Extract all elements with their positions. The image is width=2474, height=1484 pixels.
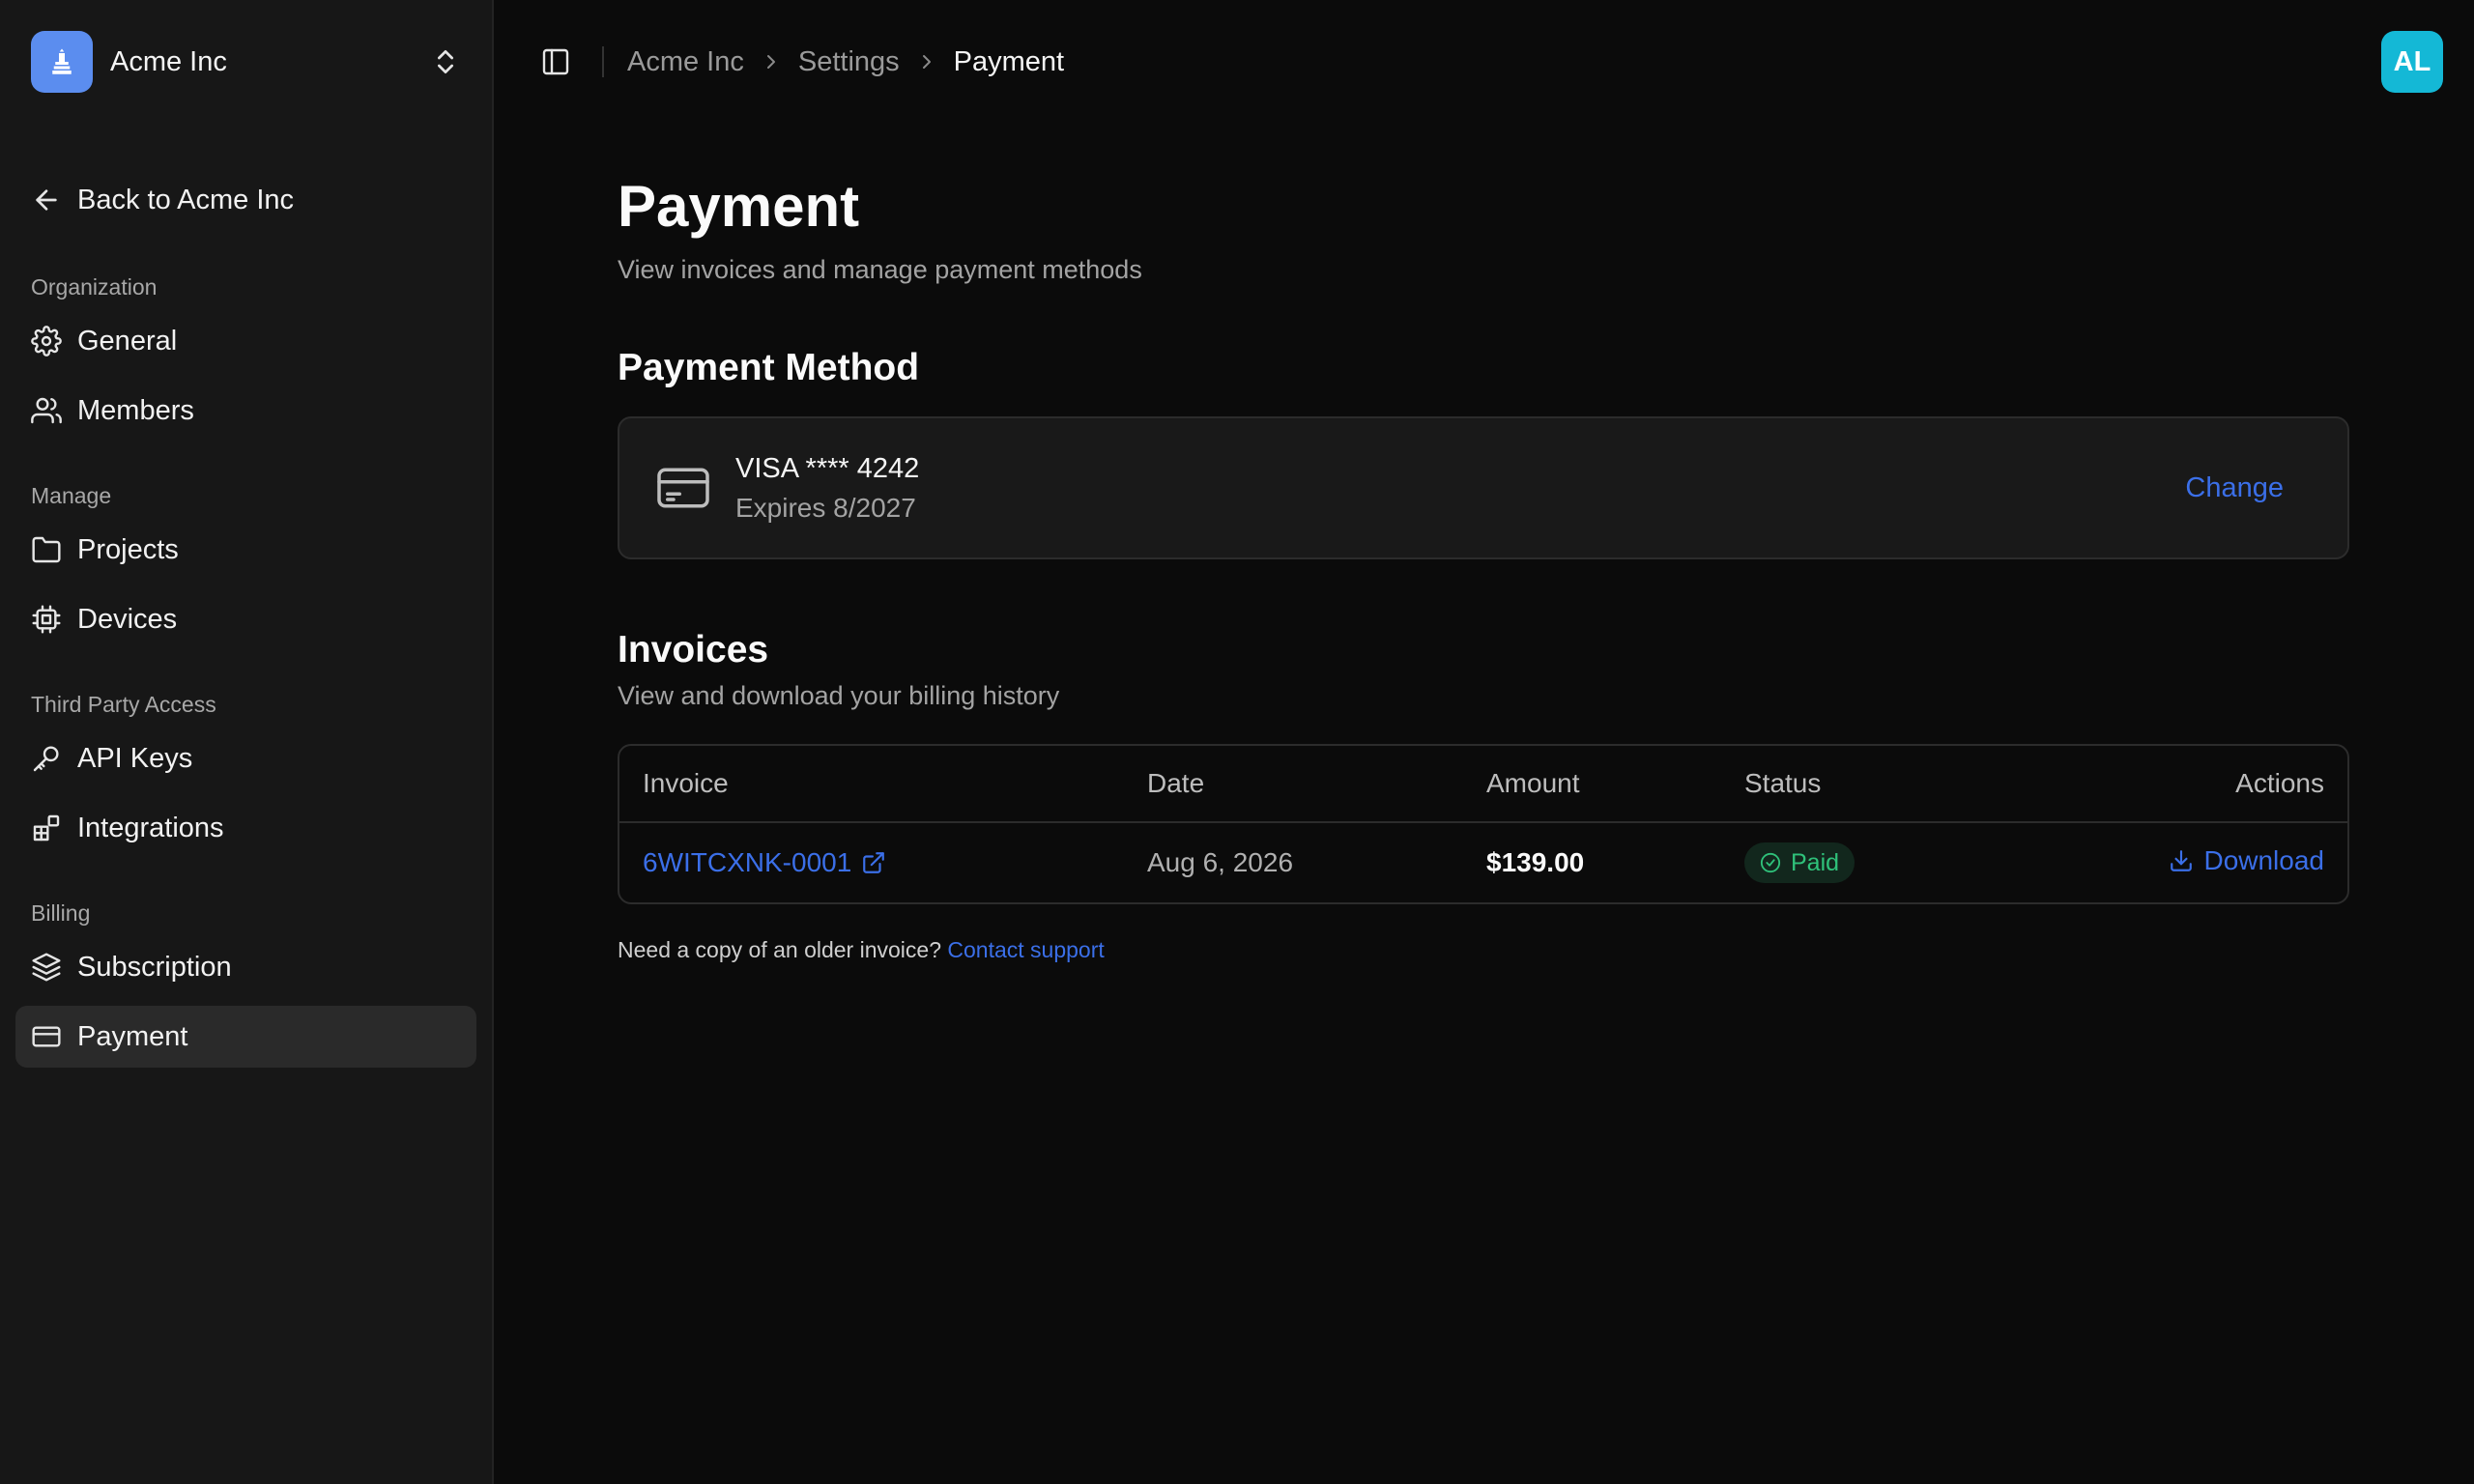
chip-icon xyxy=(32,605,61,634)
sidebar-item-label: Subscription xyxy=(77,951,232,983)
nav-group-organization: Organization General Members xyxy=(15,271,476,442)
breadcrumb: Acme Inc Settings Payment xyxy=(627,46,1064,78)
breadcrumb-settings[interactable]: Settings xyxy=(798,46,900,78)
arrow-left-icon xyxy=(36,189,57,211)
external-link-icon xyxy=(863,852,885,873)
payment-method-title: Payment Method xyxy=(618,347,920,388)
credit-card-icon xyxy=(657,468,709,508)
invoice-date: Aug 6, 2026 xyxy=(1147,847,1294,877)
sidebar-item-members[interactable]: Members xyxy=(15,380,476,442)
sidebar-item-label: API Keys xyxy=(77,742,193,774)
sidebar-item-api-keys[interactable]: API Keys xyxy=(15,728,476,789)
sidebar-item-label: General xyxy=(77,325,178,357)
page-content: Payment View invoices and manage payment… xyxy=(494,124,2349,963)
layers-icon xyxy=(32,953,61,982)
key-icon xyxy=(33,746,59,772)
payment-method-info: VISA **** 4242 Expires 8/2027 xyxy=(735,453,2185,524)
sidebar-item-payment[interactable]: Payment xyxy=(15,1006,476,1068)
section-label: Manage xyxy=(31,482,112,508)
user-avatar[interactable]: AL xyxy=(2381,31,2443,93)
card-expiry: Expires 8/2027 xyxy=(735,492,916,523)
invoice-cell: 6WITCXNK-0001 xyxy=(643,847,1147,878)
status-badge: Paid xyxy=(1744,842,1856,883)
sidebar: Acme Inc Back to Acme Inc Organization G… xyxy=(0,0,494,1484)
topbar: Acme Inc Settings Payment AL xyxy=(494,0,2474,124)
download-button[interactable]: Download xyxy=(2169,845,2324,876)
section-label: Organization xyxy=(31,273,158,300)
download-icon xyxy=(2171,850,2193,871)
card-number: VISA **** 4242 xyxy=(735,452,920,484)
sidebar-item-label: Devices xyxy=(77,603,178,635)
table-header: Invoice Date Amount Status Actions xyxy=(619,746,2347,823)
sidebar-item-label: Payment xyxy=(77,1020,188,1052)
chevron-right-icon xyxy=(922,55,931,69)
payment-method-card: VISA **** 4242 Expires 8/2027 Change xyxy=(618,416,2349,559)
back-link-label: Back to Acme Inc xyxy=(77,184,295,215)
sidebar-item-devices[interactable]: Devices xyxy=(15,588,476,650)
back-to-org-link[interactable]: Back to Acme Inc xyxy=(15,169,476,231)
invoices-subtitle: View and download your billing history xyxy=(618,681,1060,710)
status-cell: Paid xyxy=(1744,842,2034,883)
breadcrumb-org[interactable]: Acme Inc xyxy=(627,46,744,78)
change-payment-button[interactable]: Change xyxy=(2185,472,2284,504)
table-row: 6WITCXNK-0001 Aug 6, 2026 $139.00 Paid D… xyxy=(619,823,2347,902)
org-logo-icon xyxy=(31,31,93,93)
org-name: Acme Inc xyxy=(110,45,227,77)
blocks-icon xyxy=(33,814,60,842)
chevron-right-icon xyxy=(766,55,775,69)
invoices-table: Invoice Date Amount Status Actions 6WITC… xyxy=(618,744,2349,904)
status-label: Paid xyxy=(1791,848,1840,876)
section-label: Billing xyxy=(31,899,91,926)
nav-group-third-party: Third Party Access API Keys Integrations xyxy=(15,689,476,859)
sidebar-item-label: Projects xyxy=(77,533,179,565)
column-header-actions: Actions xyxy=(2235,768,2324,798)
app-root: Acme Inc Back to Acme Inc Organization G… xyxy=(0,0,2474,1484)
main-content: Acme Inc Settings Payment AL Payment Vie… xyxy=(494,0,2474,1484)
panel-left-icon xyxy=(542,48,569,75)
divider xyxy=(602,46,604,77)
users-icon xyxy=(31,397,62,424)
sidebar-item-integrations[interactable]: Integrations xyxy=(15,797,476,859)
contact-support-link[interactable]: Contact support xyxy=(947,937,1104,962)
column-header-amount: Amount xyxy=(1486,768,1580,798)
sidebar-item-subscription[interactable]: Subscription xyxy=(15,936,476,998)
invoices-title: Invoices xyxy=(618,629,769,671)
page-title: Payment xyxy=(618,174,860,239)
org-switcher[interactable]: Acme Inc xyxy=(15,31,476,93)
download-label: Download xyxy=(2203,845,2324,875)
nav-group-billing: Billing Subscription Payment xyxy=(15,898,476,1068)
column-header-invoice: Invoice xyxy=(643,768,729,798)
actions-cell: Download xyxy=(2034,845,2324,880)
gear-icon xyxy=(31,326,62,357)
check-circle-icon xyxy=(1760,852,1781,873)
credit-card-icon xyxy=(32,1026,61,1047)
section-label: Third Party Access xyxy=(31,691,216,717)
nav-group-manage: Manage Projects Devices xyxy=(15,480,476,650)
sidebar-item-label: Members xyxy=(77,394,194,426)
folder-icon xyxy=(32,536,61,563)
chevron-up-down-icon xyxy=(438,50,453,73)
invoice-amount: $139.00 xyxy=(1486,847,1585,877)
footnote-text: Need a copy of an older invoice? xyxy=(618,937,941,962)
sidebar-item-general[interactable]: General xyxy=(15,310,476,372)
invoice-id: 6WITCXNK-0001 xyxy=(643,847,852,877)
column-header-date: Date xyxy=(1147,768,1205,798)
page-subtitle: View invoices and manage payment methods xyxy=(618,255,1142,284)
sidebar-toggle-button[interactable] xyxy=(529,35,583,89)
invoice-link[interactable]: 6WITCXNK-0001 xyxy=(643,847,886,878)
sidebar-item-label: Integrations xyxy=(77,812,224,843)
older-invoice-note: Need a copy of an older invoice? Contact… xyxy=(618,937,2349,963)
column-header-status: Status xyxy=(1744,768,1822,798)
sidebar-item-projects[interactable]: Projects xyxy=(15,519,476,581)
breadcrumb-current: Payment xyxy=(953,45,1065,77)
